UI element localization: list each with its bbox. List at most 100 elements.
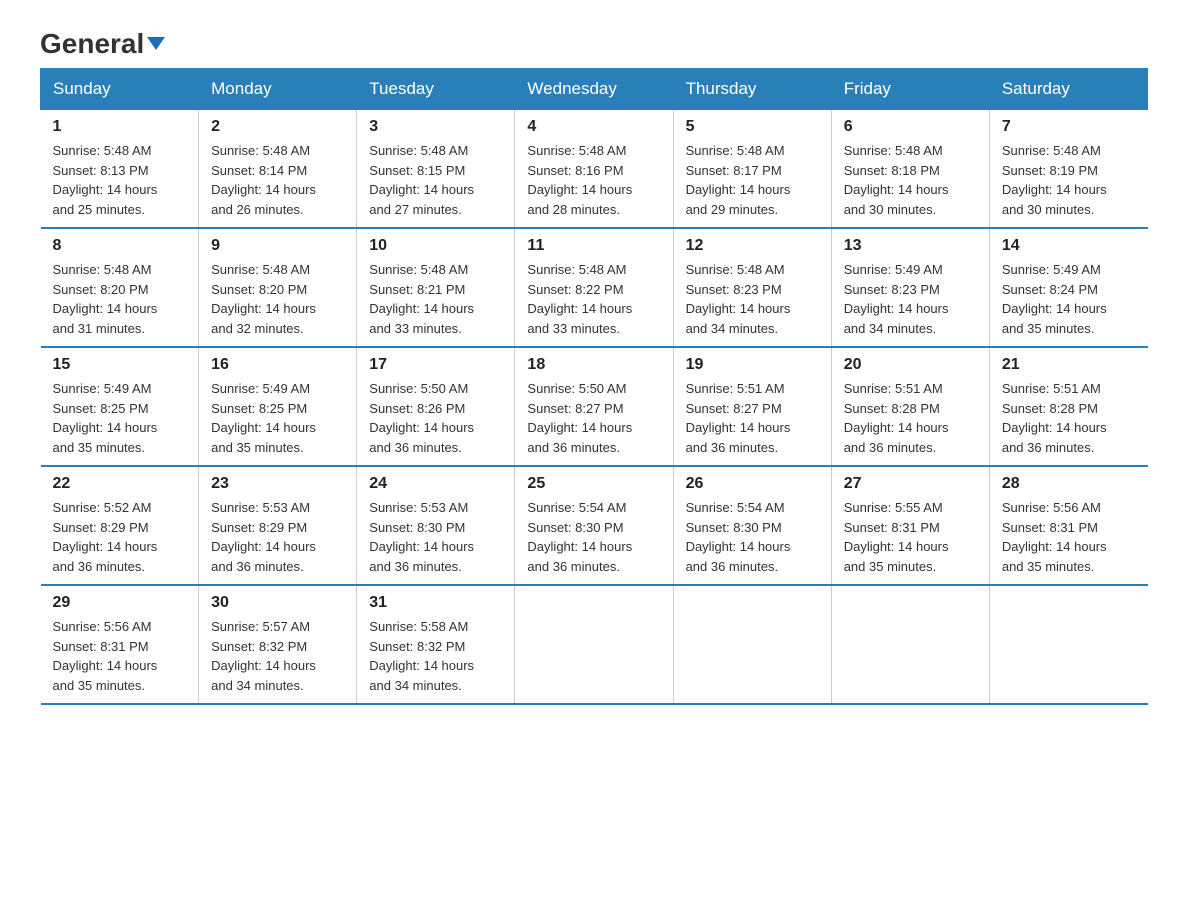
calendar-cell: 17 Sunrise: 5:50 AM Sunset: 8:26 PM Dayl… (357, 347, 515, 466)
weekday-header-sunday: Sunday (41, 69, 199, 110)
week-row-2: 8 Sunrise: 5:48 AM Sunset: 8:20 PM Dayli… (41, 228, 1148, 347)
day-info: Sunrise: 5:54 AM Sunset: 8:30 PM Dayligh… (527, 498, 660, 576)
day-number: 13 (844, 237, 977, 255)
day-info: Sunrise: 5:49 AM Sunset: 8:24 PM Dayligh… (1002, 260, 1136, 338)
calendar-cell: 30 Sunrise: 5:57 AM Sunset: 8:32 PM Dayl… (199, 585, 357, 704)
calendar-cell: 6 Sunrise: 5:48 AM Sunset: 8:18 PM Dayli… (831, 110, 989, 229)
calendar-cell: 13 Sunrise: 5:49 AM Sunset: 8:23 PM Dayl… (831, 228, 989, 347)
day-number: 31 (369, 594, 502, 612)
day-info: Sunrise: 5:55 AM Sunset: 8:31 PM Dayligh… (844, 498, 977, 576)
day-info: Sunrise: 5:50 AM Sunset: 8:26 PM Dayligh… (369, 379, 502, 457)
calendar-cell: 23 Sunrise: 5:53 AM Sunset: 8:29 PM Dayl… (199, 466, 357, 585)
calendar-cell: 16 Sunrise: 5:49 AM Sunset: 8:25 PM Dayl… (199, 347, 357, 466)
calendar-cell: 29 Sunrise: 5:56 AM Sunset: 8:31 PM Dayl… (41, 585, 199, 704)
day-number: 29 (53, 594, 187, 612)
day-info: Sunrise: 5:48 AM Sunset: 8:15 PM Dayligh… (369, 141, 502, 219)
weekday-header-wednesday: Wednesday (515, 69, 673, 110)
weekday-header-tuesday: Tuesday (357, 69, 515, 110)
calendar-cell: 12 Sunrise: 5:48 AM Sunset: 8:23 PM Dayl… (673, 228, 831, 347)
day-number: 10 (369, 237, 502, 255)
day-number: 4 (527, 118, 660, 136)
calendar-cell: 4 Sunrise: 5:48 AM Sunset: 8:16 PM Dayli… (515, 110, 673, 229)
day-info: Sunrise: 5:56 AM Sunset: 8:31 PM Dayligh… (53, 617, 187, 695)
calendar-cell: 1 Sunrise: 5:48 AM Sunset: 8:13 PM Dayli… (41, 110, 199, 229)
day-number: 21 (1002, 356, 1136, 374)
day-info: Sunrise: 5:53 AM Sunset: 8:30 PM Dayligh… (369, 498, 502, 576)
day-number: 11 (527, 237, 660, 255)
day-info: Sunrise: 5:48 AM Sunset: 8:23 PM Dayligh… (686, 260, 819, 338)
week-row-1: 1 Sunrise: 5:48 AM Sunset: 8:13 PM Dayli… (41, 110, 1148, 229)
week-row-3: 15 Sunrise: 5:49 AM Sunset: 8:25 PM Dayl… (41, 347, 1148, 466)
day-info: Sunrise: 5:48 AM Sunset: 8:14 PM Dayligh… (211, 141, 344, 219)
calendar-cell: 8 Sunrise: 5:48 AM Sunset: 8:20 PM Dayli… (41, 228, 199, 347)
calendar-cell: 31 Sunrise: 5:58 AM Sunset: 8:32 PM Dayl… (357, 585, 515, 704)
weekday-header-row: SundayMondayTuesdayWednesdayThursdayFrid… (41, 69, 1148, 110)
day-info: Sunrise: 5:56 AM Sunset: 8:31 PM Dayligh… (1002, 498, 1136, 576)
day-number: 1 (53, 118, 187, 136)
day-number: 15 (53, 356, 187, 374)
day-number: 3 (369, 118, 502, 136)
day-number: 5 (686, 118, 819, 136)
day-info: Sunrise: 5:48 AM Sunset: 8:20 PM Dayligh… (53, 260, 187, 338)
day-info: Sunrise: 5:48 AM Sunset: 8:13 PM Dayligh… (53, 141, 187, 219)
calendar-cell: 26 Sunrise: 5:54 AM Sunset: 8:30 PM Dayl… (673, 466, 831, 585)
calendar-cell (831, 585, 989, 704)
logo-name: General (40, 30, 165, 58)
day-number: 7 (1002, 118, 1136, 136)
calendar-cell: 27 Sunrise: 5:55 AM Sunset: 8:31 PM Dayl… (831, 466, 989, 585)
calendar-cell: 20 Sunrise: 5:51 AM Sunset: 8:28 PM Dayl… (831, 347, 989, 466)
day-info: Sunrise: 5:49 AM Sunset: 8:23 PM Dayligh… (844, 260, 977, 338)
day-number: 24 (369, 475, 502, 493)
calendar-cell: 15 Sunrise: 5:49 AM Sunset: 8:25 PM Dayl… (41, 347, 199, 466)
day-number: 16 (211, 356, 344, 374)
calendar-cell: 10 Sunrise: 5:48 AM Sunset: 8:21 PM Dayl… (357, 228, 515, 347)
day-info: Sunrise: 5:49 AM Sunset: 8:25 PM Dayligh… (211, 379, 344, 457)
calendar-cell: 5 Sunrise: 5:48 AM Sunset: 8:17 PM Dayli… (673, 110, 831, 229)
calendar-cell: 18 Sunrise: 5:50 AM Sunset: 8:27 PM Dayl… (515, 347, 673, 466)
calendar-cell: 9 Sunrise: 5:48 AM Sunset: 8:20 PM Dayli… (199, 228, 357, 347)
calendar-cell: 11 Sunrise: 5:48 AM Sunset: 8:22 PM Dayl… (515, 228, 673, 347)
calendar-cell: 3 Sunrise: 5:48 AM Sunset: 8:15 PM Dayli… (357, 110, 515, 229)
calendar-cell: 19 Sunrise: 5:51 AM Sunset: 8:27 PM Dayl… (673, 347, 831, 466)
day-number: 27 (844, 475, 977, 493)
logo: General (40, 30, 165, 58)
calendar-cell: 24 Sunrise: 5:53 AM Sunset: 8:30 PM Dayl… (357, 466, 515, 585)
day-number: 12 (686, 237, 819, 255)
week-row-5: 29 Sunrise: 5:56 AM Sunset: 8:31 PM Dayl… (41, 585, 1148, 704)
day-info: Sunrise: 5:49 AM Sunset: 8:25 PM Dayligh… (53, 379, 187, 457)
day-number: 2 (211, 118, 344, 136)
day-info: Sunrise: 5:58 AM Sunset: 8:32 PM Dayligh… (369, 617, 502, 695)
day-info: Sunrise: 5:51 AM Sunset: 8:28 PM Dayligh… (1002, 379, 1136, 457)
page-header: General (40, 30, 1148, 58)
day-number: 25 (527, 475, 660, 493)
day-number: 6 (844, 118, 977, 136)
day-number: 19 (686, 356, 819, 374)
calendar-cell: 2 Sunrise: 5:48 AM Sunset: 8:14 PM Dayli… (199, 110, 357, 229)
day-number: 8 (53, 237, 187, 255)
day-number: 20 (844, 356, 977, 374)
day-info: Sunrise: 5:48 AM Sunset: 8:20 PM Dayligh… (211, 260, 344, 338)
day-info: Sunrise: 5:57 AM Sunset: 8:32 PM Dayligh… (211, 617, 344, 695)
day-info: Sunrise: 5:51 AM Sunset: 8:27 PM Dayligh… (686, 379, 819, 457)
calendar-cell: 22 Sunrise: 5:52 AM Sunset: 8:29 PM Dayl… (41, 466, 199, 585)
day-number: 17 (369, 356, 502, 374)
day-info: Sunrise: 5:54 AM Sunset: 8:30 PM Dayligh… (686, 498, 819, 576)
day-info: Sunrise: 5:48 AM Sunset: 8:17 PM Dayligh… (686, 141, 819, 219)
day-info: Sunrise: 5:48 AM Sunset: 8:22 PM Dayligh… (527, 260, 660, 338)
day-info: Sunrise: 5:48 AM Sunset: 8:18 PM Dayligh… (844, 141, 977, 219)
day-info: Sunrise: 5:52 AM Sunset: 8:29 PM Dayligh… (53, 498, 187, 576)
day-info: Sunrise: 5:51 AM Sunset: 8:28 PM Dayligh… (844, 379, 977, 457)
day-number: 18 (527, 356, 660, 374)
day-info: Sunrise: 5:53 AM Sunset: 8:29 PM Dayligh… (211, 498, 344, 576)
calendar-cell: 14 Sunrise: 5:49 AM Sunset: 8:24 PM Dayl… (989, 228, 1147, 347)
calendar-cell: 28 Sunrise: 5:56 AM Sunset: 8:31 PM Dayl… (989, 466, 1147, 585)
day-number: 9 (211, 237, 344, 255)
day-number: 26 (686, 475, 819, 493)
week-row-4: 22 Sunrise: 5:52 AM Sunset: 8:29 PM Dayl… (41, 466, 1148, 585)
day-info: Sunrise: 5:48 AM Sunset: 8:19 PM Dayligh… (1002, 141, 1136, 219)
day-info: Sunrise: 5:50 AM Sunset: 8:27 PM Dayligh… (527, 379, 660, 457)
calendar-cell: 21 Sunrise: 5:51 AM Sunset: 8:28 PM Dayl… (989, 347, 1147, 466)
day-number: 23 (211, 475, 344, 493)
day-info: Sunrise: 5:48 AM Sunset: 8:21 PM Dayligh… (369, 260, 502, 338)
day-number: 22 (53, 475, 187, 493)
